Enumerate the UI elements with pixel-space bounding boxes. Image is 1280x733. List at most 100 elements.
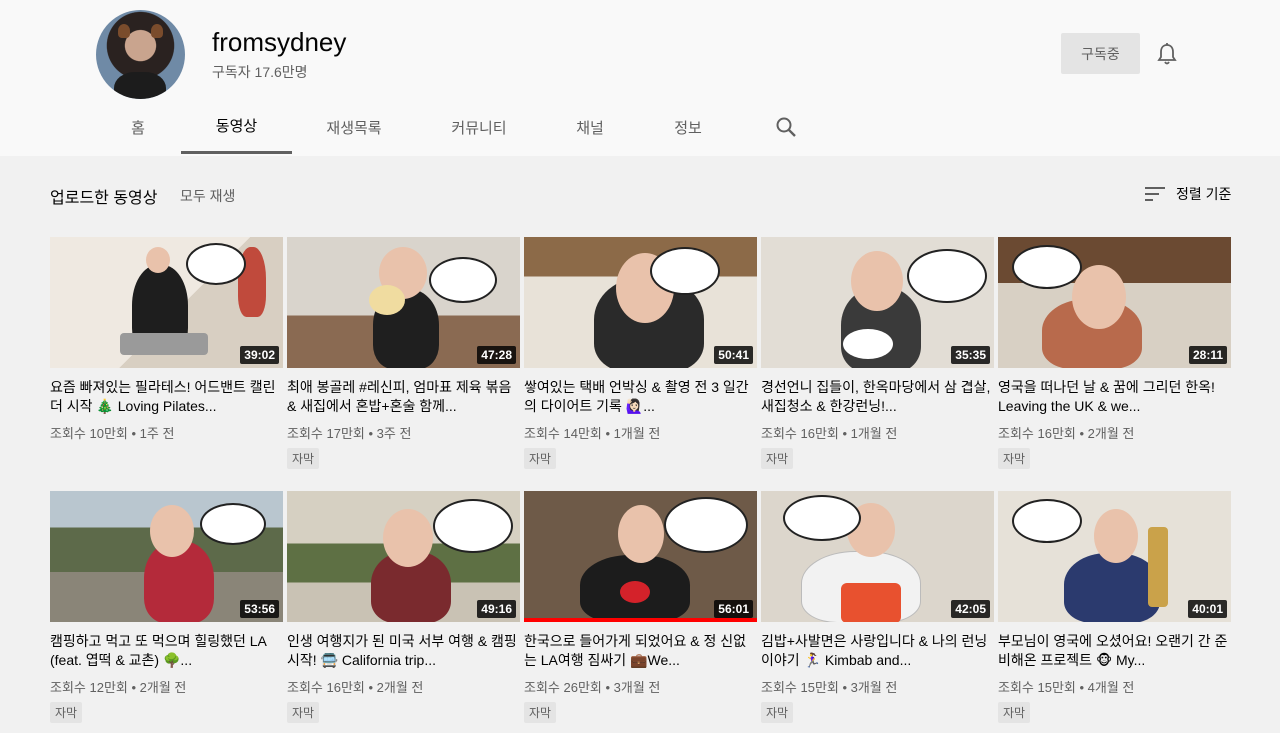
subtitle-badge: 자막 (761, 702, 794, 723)
subscriber-count: 구독자 17.6만명 (212, 64, 308, 80)
tab-videos[interactable]: 동영상 (181, 100, 292, 154)
thumbnail-caption-bubble (783, 495, 861, 541)
bowl (843, 329, 893, 359)
subtitle-badge: 자막 (287, 448, 320, 469)
video-card[interactable]: 42:05 김밥+사발면은 사랑입니다 & 나의 런닝 이야기 🏃‍♀️ Kim… (761, 491, 994, 723)
pasta (369, 285, 405, 315)
video-age: 1개월 전 (850, 426, 898, 441)
video-meta: 조회수 26만회 • 3개월 전 (524, 680, 661, 695)
bottle (1148, 527, 1168, 607)
channel-avatar[interactable] (96, 10, 185, 99)
video-title[interactable]: 캠핑하고 먹고 또 먹으며 힐링했던 LA (feat. 엽떡 & 교촌) 🌳.… (50, 632, 283, 670)
video-meta: 조회수 10만회 • 1주 전 (50, 426, 175, 441)
video-thumbnail[interactable]: 47:28 (287, 237, 520, 368)
video-duration: 50:41 (714, 346, 753, 364)
tab-community[interactable]: 커뮤니티 (440, 100, 518, 154)
video-thumbnail[interactable]: 42:05 (761, 491, 994, 622)
search-icon[interactable] (775, 116, 797, 138)
video-age: 3주 전 (376, 426, 412, 441)
thumbnail-caption-bubble (650, 247, 720, 295)
video-title[interactable]: 쌓여있는 택배 언박싱 & 촬영 전 3 일간의 다이어트 기록 🙋🏻‍♀️..… (524, 378, 757, 416)
tab-playlists[interactable]: 재생목록 (315, 100, 393, 154)
thumbnail-caption-bubble (664, 497, 748, 553)
video-thumbnail[interactable]: 39:02 (50, 237, 283, 368)
video-duration: 56:01 (714, 600, 753, 618)
video-meta: 조회수 12만회 • 2개월 전 (50, 680, 187, 695)
video-card[interactable]: 53:56 캠핑하고 먹고 또 먹으며 힐링했던 LA (feat. 엽떡 & … (50, 491, 283, 723)
video-card[interactable]: 28:11 영국을 떠나던 날 & 꿈에 그리던 한옥! Leaving the… (998, 237, 1231, 469)
thumbnail-caption-bubble (200, 503, 266, 545)
bell-icon[interactable] (1156, 42, 1178, 66)
video-thumbnail[interactable]: 40:01 (998, 491, 1231, 622)
video-age: 2개월 전 (376, 680, 424, 695)
video-views: 조회수 16만회 (998, 426, 1076, 441)
video-views: 조회수 15만회 (998, 680, 1076, 695)
video-meta: 조회수 16만회 • 1개월 전 (761, 426, 898, 441)
subtitle-badge: 자막 (998, 702, 1031, 723)
video-thumbnail[interactable]: 50:41 (524, 237, 757, 368)
video-thumbnail[interactable]: 53:56 (50, 491, 283, 622)
play-all-link[interactable]: 모두 재생 (180, 186, 235, 206)
sort-label: 정렬 기준 (1176, 186, 1232, 202)
video-title[interactable]: 부모님이 영국에 오셨어요! 오랜기 간 준비해온 프로젝트 🐵 My... (998, 632, 1231, 670)
video-title[interactable]: 최애 봉골레 #레신피, 엄마표 제육 볶음 & 새집에서 혼밥+혼술 함께..… (287, 378, 520, 416)
tab-home[interactable]: 홈 (120, 100, 156, 154)
thumbnail-caption-bubble (1012, 245, 1082, 289)
video-views: 조회수 10만회 (50, 426, 128, 441)
video-age: 3개월 전 (850, 680, 898, 695)
tab-about[interactable]: 정보 (666, 100, 710, 154)
heart-print (620, 581, 650, 603)
video-meta: 조회수 15만회 • 4개월 전 (998, 680, 1135, 695)
video-card[interactable]: 56:01 한국으로 들어가게 되었어요 & 정 신없는 LA여행 짐싸기 💼W… (524, 491, 757, 723)
video-views: 조회수 26만회 (524, 680, 602, 695)
video-card[interactable]: 47:28 최애 봉골레 #레신피, 엄마표 제육 볶음 & 새집에서 혼밥+혼… (287, 237, 520, 469)
video-card[interactable]: 39:02 요즘 빠져있는 필라테스! 어드밴트 캘린더 시작 🎄 Loving… (50, 237, 283, 442)
video-title[interactable]: 김밥+사발면은 사랑입니다 & 나의 런닝 이야기 🏃‍♀️ Kimbab an… (761, 632, 994, 670)
video-card[interactable]: 40:01 부모님이 영국에 오셨어요! 오랜기 간 준비해온 프로젝트 🐵 M… (998, 491, 1231, 723)
subtitle-badge: 자막 (998, 448, 1031, 469)
video-title[interactable]: 한국으로 들어가게 되었어요 & 정 신없는 LA여행 짐싸기 💼We... (524, 632, 757, 670)
video-card[interactable]: 50:41 쌓여있는 택배 언박싱 & 촬영 전 3 일간의 다이어트 기록 🙋… (524, 237, 757, 469)
video-meta: 조회수 17만회 • 3주 전 (287, 426, 412, 441)
video-duration: 53:56 (240, 600, 279, 618)
video-meta: 조회수 15만회 • 3개월 전 (761, 680, 898, 695)
video-age: 1주 전 (139, 426, 175, 441)
video-card[interactable]: 35:35 경선언니 집들이, 한옥마당에서 삼 겹살, 새집청소 & 한강런닝… (761, 237, 994, 469)
video-thumbnail[interactable]: 56:01 (524, 491, 757, 622)
section-title: 업로드한 동영상 (50, 190, 158, 207)
tab-channels[interactable]: 채널 (566, 100, 614, 154)
thumbnail-caption-bubble (907, 249, 987, 303)
video-duration: 40:01 (1188, 600, 1227, 618)
video-age: 2개월 전 (1087, 426, 1135, 441)
video-views: 조회수 17만회 (287, 426, 365, 441)
thumbnail-caption-bubble (429, 257, 497, 303)
video-thumbnail[interactable]: 28:11 (998, 237, 1231, 368)
video-card[interactable]: 49:16 인생 여행지가 된 미국 서부 여행 & 캠핑 시작! 🚍 Cali… (287, 491, 520, 723)
video-meta: 조회수 16만회 • 2개월 전 (998, 426, 1135, 441)
video-views: 조회수 16만회 (287, 680, 365, 695)
thumbnail-caption-bubble (186, 243, 246, 285)
sort-icon (1145, 187, 1165, 201)
video-title[interactable]: 인생 여행지가 된 미국 서부 여행 & 캠핑 시작! 🚍 California… (287, 632, 520, 670)
thumbnail-caption-bubble (1012, 499, 1082, 543)
video-duration: 35:35 (951, 346, 990, 364)
subscribed-button[interactable]: 구독중 (1061, 33, 1140, 74)
video-duration: 39:02 (240, 346, 279, 364)
video-duration: 47:28 (477, 346, 516, 364)
video-age: 2개월 전 (139, 680, 187, 695)
video-thumbnail[interactable]: 35:35 (761, 237, 994, 368)
video-title[interactable]: 경선언니 집들이, 한옥마당에서 삼 겹살, 새집청소 & 한강런닝!... (761, 378, 994, 416)
video-views: 조회수 15만회 (761, 680, 839, 695)
video-duration: 42:05 (951, 600, 990, 618)
video-thumbnail[interactable]: 49:16 (287, 491, 520, 622)
video-duration: 49:16 (477, 600, 516, 618)
subtitle-badge: 자막 (287, 702, 320, 723)
subtitle-badge: 자막 (524, 702, 557, 723)
video-title[interactable]: 영국을 떠나던 날 & 꿈에 그리던 한옥! Leaving the UK & … (998, 378, 1231, 416)
video-meta: 조회수 16만회 • 2개월 전 (287, 680, 424, 695)
video-age: 4개월 전 (1087, 680, 1135, 695)
video-title[interactable]: 요즘 빠져있는 필라테스! 어드밴트 캘린더 시작 🎄 Loving Pilat… (50, 378, 283, 416)
watch-progress-bar (524, 618, 757, 622)
video-age: 1개월 전 (613, 426, 661, 441)
sort-button[interactable]: 정렬 기준 (1144, 184, 1231, 204)
